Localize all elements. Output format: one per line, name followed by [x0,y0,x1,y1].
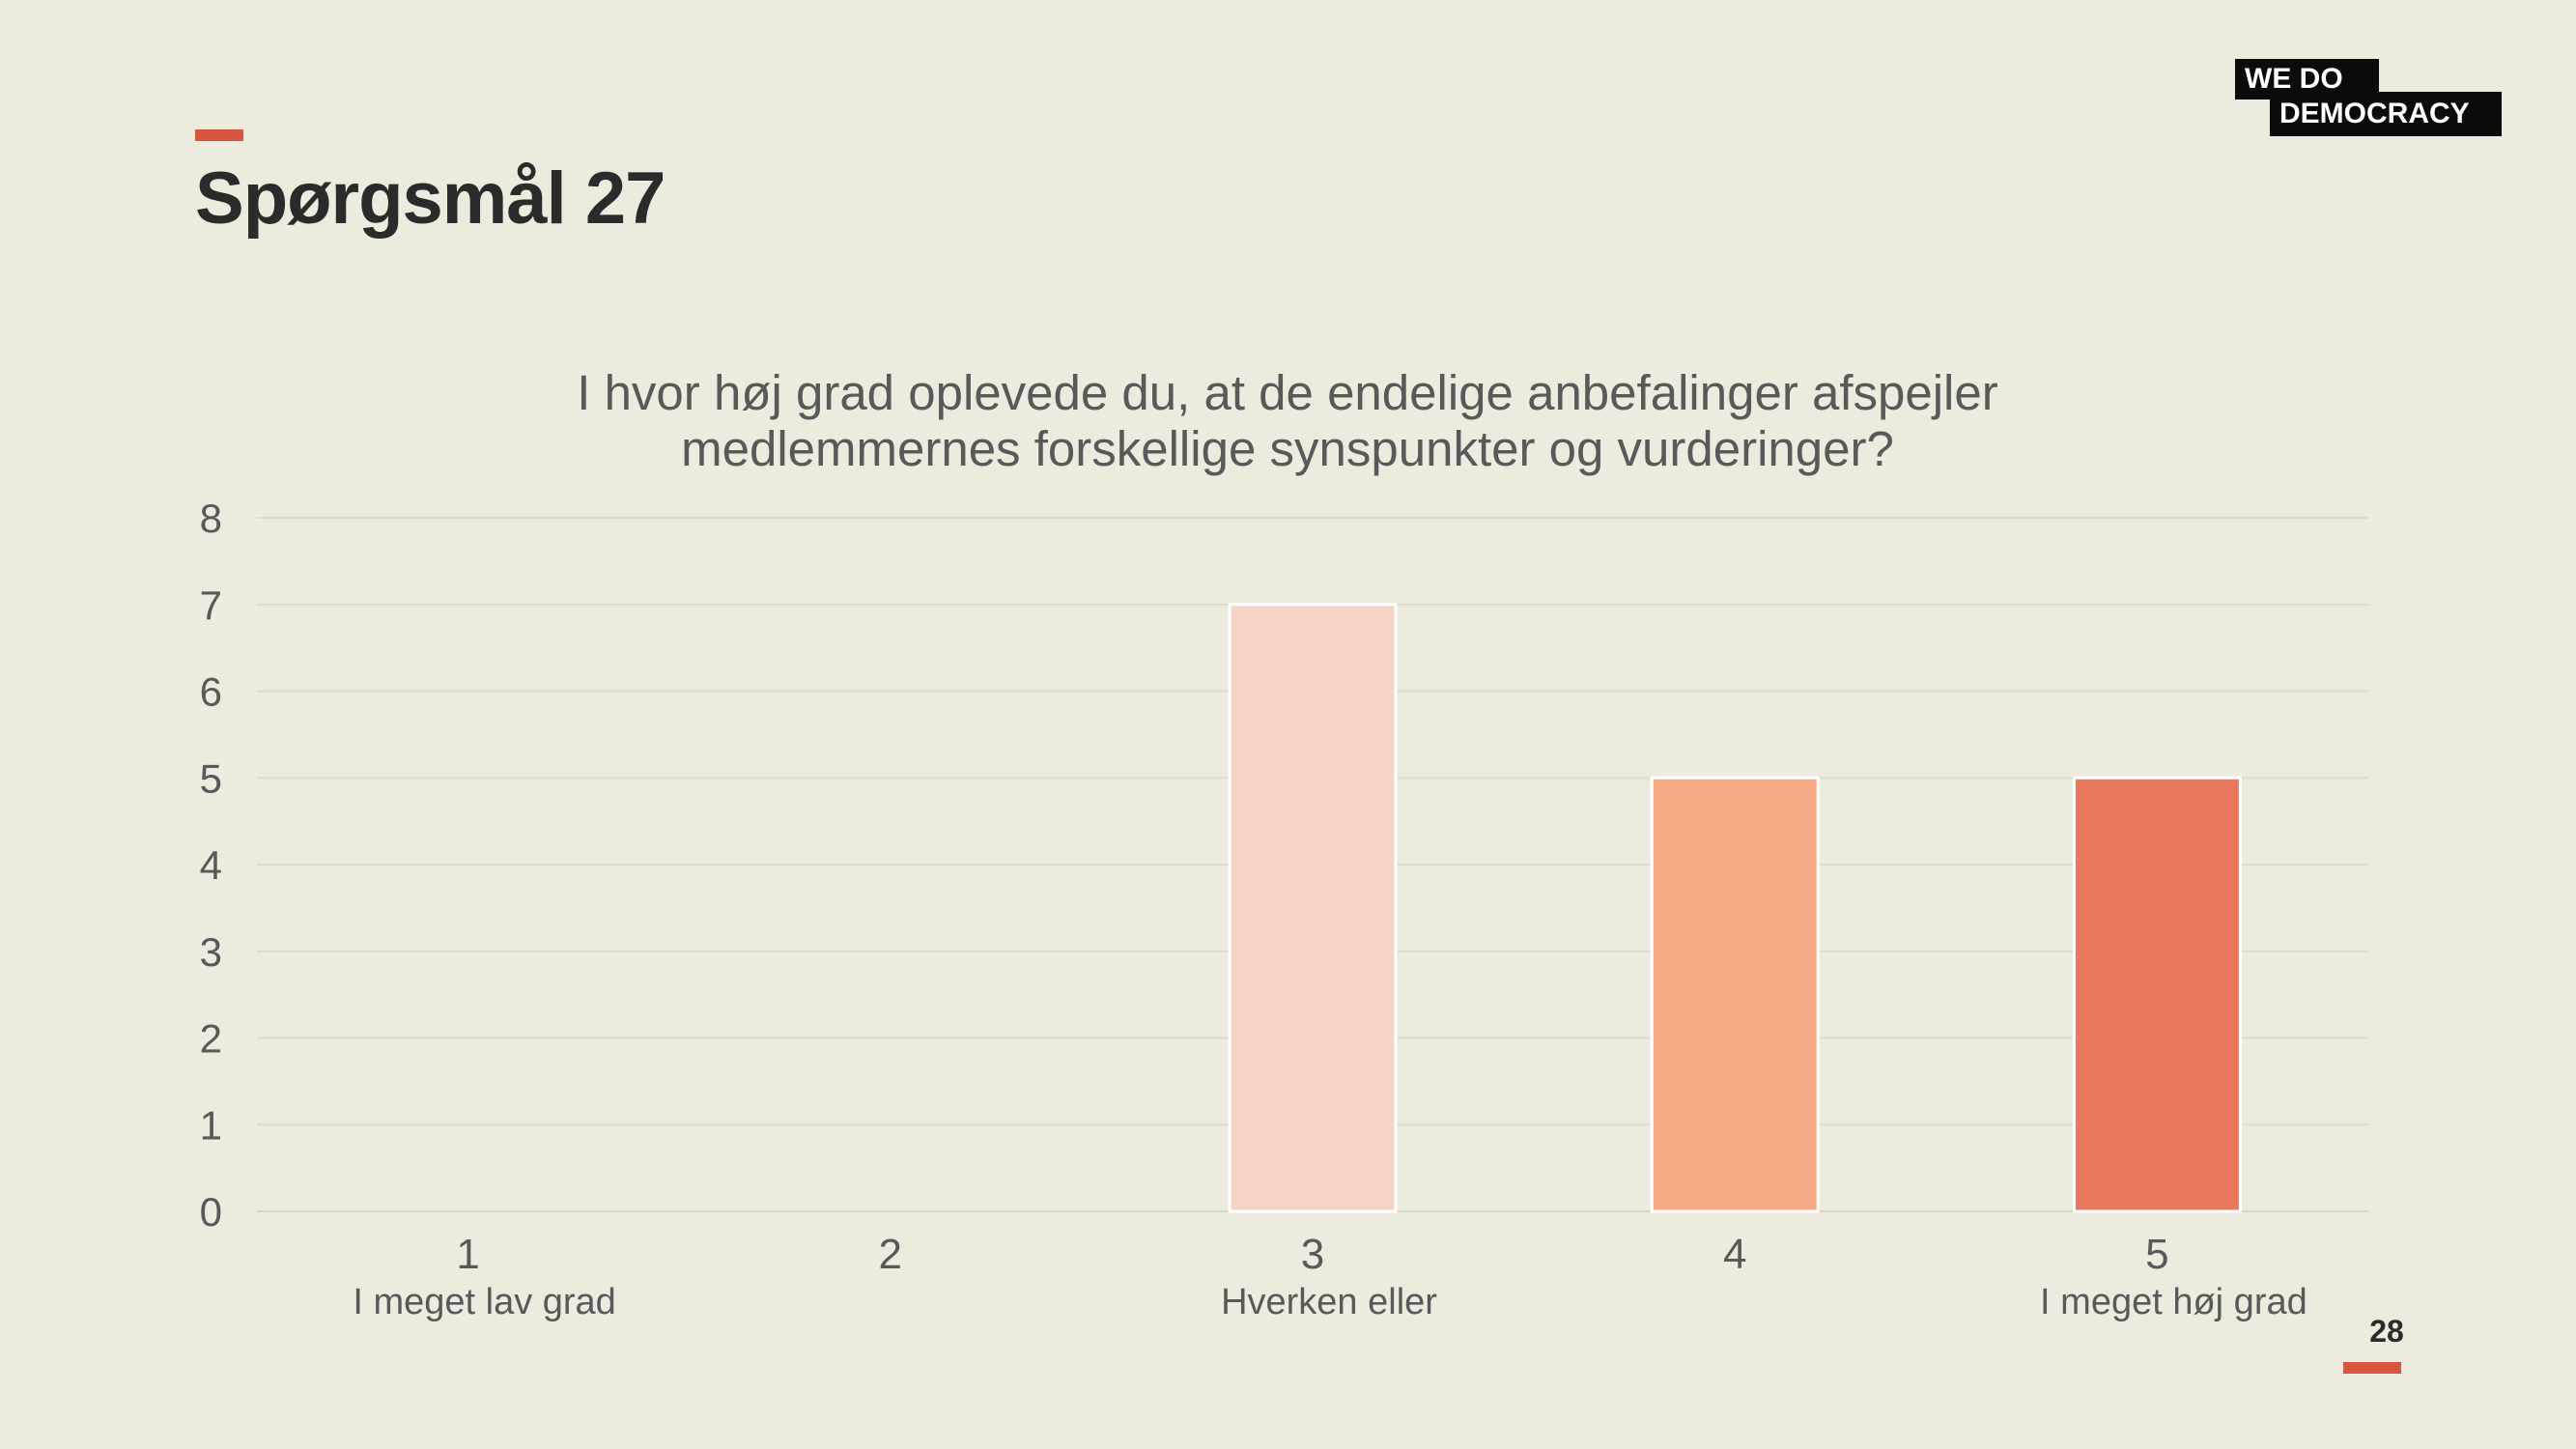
x-tick-label: 3 [1301,1231,1324,1278]
y-tick-label: 6 [200,669,222,715]
x-tick-label: 5 [2145,1231,2168,1278]
x-category-sublabel: I meget lav grad [353,1282,615,1322]
x-tick-label: 2 [879,1231,902,1278]
bar [1650,776,1820,1213]
page-number: 28 [2369,1314,2404,1349]
y-tick-label: 7 [200,582,222,628]
y-tick-label: 8 [200,496,222,541]
y-tick-label: 2 [200,1016,222,1062]
y-tick-label: 5 [200,755,222,801]
bar [1228,603,1398,1213]
y-tick-label: 3 [200,929,222,975]
y-tick-label: 4 [200,842,222,888]
y-tick-label: 0 [200,1189,222,1235]
x-tick-label: 1 [456,1231,479,1278]
x-tick-label: 4 [1723,1231,1746,1278]
x-category-sublabel: I meget høj grad [2040,1282,2307,1322]
bar [2072,776,2242,1213]
x-category-sublabel: Hverken eller [1221,1282,1437,1322]
page-accent-bar [2343,1362,2401,1374]
y-tick-label: 1 [200,1102,222,1148]
bar-chart: 0123456781I meget lav grad2 3Hverken elle… [200,496,2368,1322]
